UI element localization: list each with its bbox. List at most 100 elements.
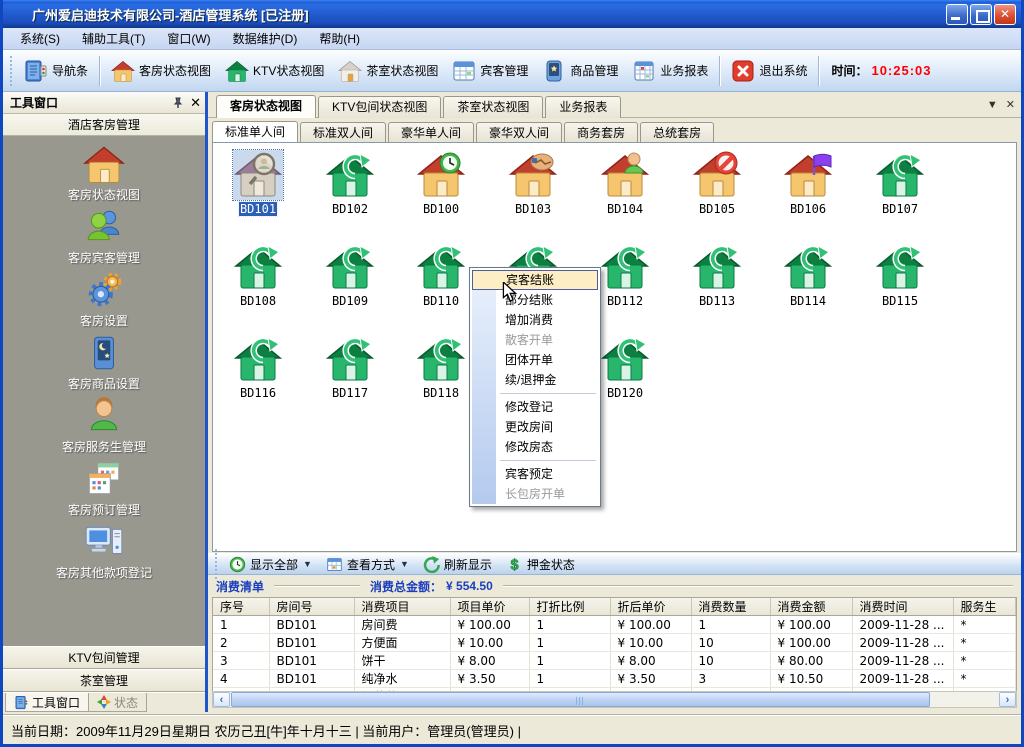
toolbar-button-guest-manage[interactable]: 宾客管理 xyxy=(445,56,535,86)
room-BD115[interactable]: BD115 xyxy=(857,242,943,308)
menubar-item-3[interactable]: 窗口(W) xyxy=(156,28,221,49)
table-column-header[interactable]: 折后单价 xyxy=(610,598,691,616)
sidebar-item-6[interactable]: 客房预订管理 xyxy=(3,458,205,521)
room-label: BD100 xyxy=(423,202,459,216)
sidebar-item-5[interactable]: 客房服务生管理 xyxy=(3,395,205,458)
table-column-header[interactable]: 消费项目 xyxy=(354,598,450,616)
room-type-tab-3[interactable]: 豪华单人间 xyxy=(388,122,474,143)
pin-icon[interactable] xyxy=(172,97,184,109)
close-tab-icon[interactable]: ✕ xyxy=(1006,98,1015,111)
room-type-tab-5[interactable]: 商务套房 xyxy=(564,122,638,143)
room-list-toolbar-clock[interactable]: 显示全部▼ xyxy=(222,555,319,574)
sidebar-tab-status[interactable]: 状态 xyxy=(89,693,147,712)
room-BD109[interactable]: BD109 xyxy=(307,242,393,308)
tab-1[interactable]: 客房状态视图 xyxy=(216,95,316,118)
toolbar-button-report[interactable]: 业务报表 xyxy=(625,56,715,86)
table-column-header[interactable]: 项目单价 xyxy=(450,598,529,616)
table-row[interactable]: 3BD101饼干¥ 8.001¥ 8.0010¥ 80.002009-11-28… xyxy=(213,652,1016,670)
toolbar-button-label: 茶室状态视图 xyxy=(366,62,438,79)
tab-3[interactable]: 茶室状态视图 xyxy=(443,96,543,118)
toolbar-button-goods[interactable]: 商品管理 xyxy=(535,56,625,86)
goods-icon xyxy=(542,59,566,83)
sidebar-item-1[interactable]: 客房状态视图 xyxy=(3,143,205,206)
minimize-button[interactable] xyxy=(946,4,968,25)
room-BD104[interactable]: BD104 xyxy=(582,150,668,216)
room-BD107[interactable]: BD107 xyxy=(857,150,943,216)
table-column-header[interactable]: 序号 xyxy=(213,598,269,616)
table-column-header[interactable]: 服务生 xyxy=(953,598,1016,616)
sidebar-group-ktv[interactable]: KTV包间管理 xyxy=(3,646,205,669)
scrollbar-thumb[interactable] xyxy=(231,692,930,707)
sidebar-group-tea[interactable]: 茶室管理 xyxy=(3,669,205,692)
room-BD102[interactable]: BD102 xyxy=(307,150,393,216)
room-label: BD116 xyxy=(240,386,276,400)
room-BD100[interactable]: BD100 xyxy=(398,150,484,216)
table-row[interactable]: 2BD101方便面¥ 10.001¥ 10.0010¥ 100.002009-1… xyxy=(213,634,1016,652)
sidebar-tab-toolwindow[interactable]: 工具窗口 xyxy=(5,693,89,712)
room-BD117[interactable]: BD117 xyxy=(307,334,393,400)
room-BD101[interactable]: BD101 xyxy=(215,150,301,216)
room-BD116[interactable]: BD116 xyxy=(215,334,301,400)
context-menu-item-12[interactable]: 宾客预定 xyxy=(472,464,598,484)
table-column-header[interactable]: 房间号 xyxy=(269,598,354,616)
room-list-toolbar-label: 刷新显示 xyxy=(444,556,492,573)
menubar-item-2[interactable]: 辅助工具(T) xyxy=(71,28,156,49)
tab-2[interactable]: KTV包间状态视图 xyxy=(318,96,441,118)
context-menu-item-9[interactable]: 更改房间 xyxy=(472,417,598,437)
table-column-header[interactable]: 消费数量 xyxy=(691,598,770,616)
context-menu-item-8[interactable]: 修改登记 xyxy=(472,397,598,417)
table-column-header[interactable]: 消费时间 xyxy=(852,598,953,616)
chevron-down-icon[interactable]: ▼ xyxy=(303,559,312,569)
close-button[interactable] xyxy=(994,4,1016,25)
room-list-toolbar-deposit-dollar[interactable]: $押金状态 xyxy=(499,555,582,574)
menubar-item-1[interactable]: 系统(S) xyxy=(9,28,71,49)
table-column-header[interactable]: 打折比例 xyxy=(529,598,610,616)
room-BD108[interactable]: BD108 xyxy=(215,242,301,308)
room-type-tab-2[interactable]: 标准双人间 xyxy=(300,122,386,143)
close-icon[interactable]: ✕ xyxy=(190,95,201,111)
room-BD105[interactable]: BD105 xyxy=(674,150,760,216)
context-menu-item-3[interactable]: 增加消费 xyxy=(472,310,598,330)
room-type-tab-4[interactable]: 豪华双人间 xyxy=(476,122,562,143)
chevron-down-icon[interactable]: ▼ xyxy=(987,99,998,111)
horizontal-scrollbar[interactable]: ‹ › xyxy=(212,691,1017,708)
chevron-down-icon[interactable]: ▼ xyxy=(400,559,409,569)
toolbar-button-ktv-house[interactable]: KTV状态视图 xyxy=(218,56,331,86)
tab-4[interactable]: 业务报表 xyxy=(545,96,621,118)
scroll-left-arrow-icon[interactable]: ‹ xyxy=(213,692,230,707)
room-BD114[interactable]: BD114 xyxy=(765,242,851,308)
table-row[interactable]: 1BD101房间费¥ 100.001¥ 100.001¥ 100.002009-… xyxy=(213,616,1016,634)
toolbar-button-room-house[interactable]: 客房状态视图 xyxy=(104,56,218,86)
table-column-header[interactable]: 消费金额 xyxy=(770,598,852,616)
room-BD106[interactable]: BD106 xyxy=(765,150,851,216)
context-menu-item-6[interactable]: 续/退押金 xyxy=(472,370,598,390)
sidebar-item-4[interactable]: 客房商品设置 xyxy=(3,332,205,395)
toolbar-button-navigator[interactable]: 导航条 xyxy=(17,56,95,86)
scroll-right-arrow-icon[interactable]: › xyxy=(999,692,1016,707)
toolbar-button-exit[interactable]: 退出系统 xyxy=(724,56,814,86)
room-BD103[interactable]: BD103 xyxy=(490,150,576,216)
room-type-tab-6[interactable]: 总统套房 xyxy=(640,122,714,143)
table-row[interactable]: 4BD101纯净水¥ 3.501¥ 3.503¥ 10.502009-11-28… xyxy=(213,670,1016,688)
context-menu-item-10[interactable]: 修改房态 xyxy=(472,437,598,457)
maximize-button[interactable] xyxy=(970,4,992,25)
sidebar-item-3[interactable]: 客房设置 xyxy=(3,269,205,332)
toolbar-button-tea-house[interactable]: 茶室状态视图 xyxy=(331,56,445,86)
context-menu-item-2[interactable]: 部分结账 xyxy=(472,290,598,310)
toolwindow-book-icon xyxy=(14,695,29,710)
room-type-tab-1[interactable]: 标准单人间 xyxy=(212,121,298,143)
context-menu-item-1[interactable]: 宾客结账 xyxy=(472,270,598,290)
tool-window-sidebar: 工具窗口 ✕ 酒店客房管理 客房状态视图客房宾客管理客房设置客房商品设置客房服务… xyxy=(3,92,205,712)
sidebar-group-hotel-rooms[interactable]: 酒店客房管理 xyxy=(3,114,205,136)
toolbar-grip[interactable] xyxy=(8,56,14,86)
sidebar-item-7[interactable]: 客房其他款项登记 xyxy=(3,521,205,584)
table-cell: ¥ 3.50 xyxy=(610,670,691,688)
sidebar-item-2[interactable]: 客房宾客管理 xyxy=(3,206,205,269)
table-cell: 2009-11-28 ... xyxy=(852,634,953,652)
room-list-toolbar-view-mode[interactable]: 查看方式▼ xyxy=(319,555,416,574)
context-menu-item-5[interactable]: 团体开单 xyxy=(472,350,598,370)
menubar-item-4[interactable]: 数据维护(D) xyxy=(222,28,309,49)
room-BD113[interactable]: BD113 xyxy=(674,242,760,308)
room-list-toolbar-refresh[interactable]: 刷新显示 xyxy=(416,555,499,574)
menubar-item-5[interactable]: 帮助(H) xyxy=(308,28,371,49)
